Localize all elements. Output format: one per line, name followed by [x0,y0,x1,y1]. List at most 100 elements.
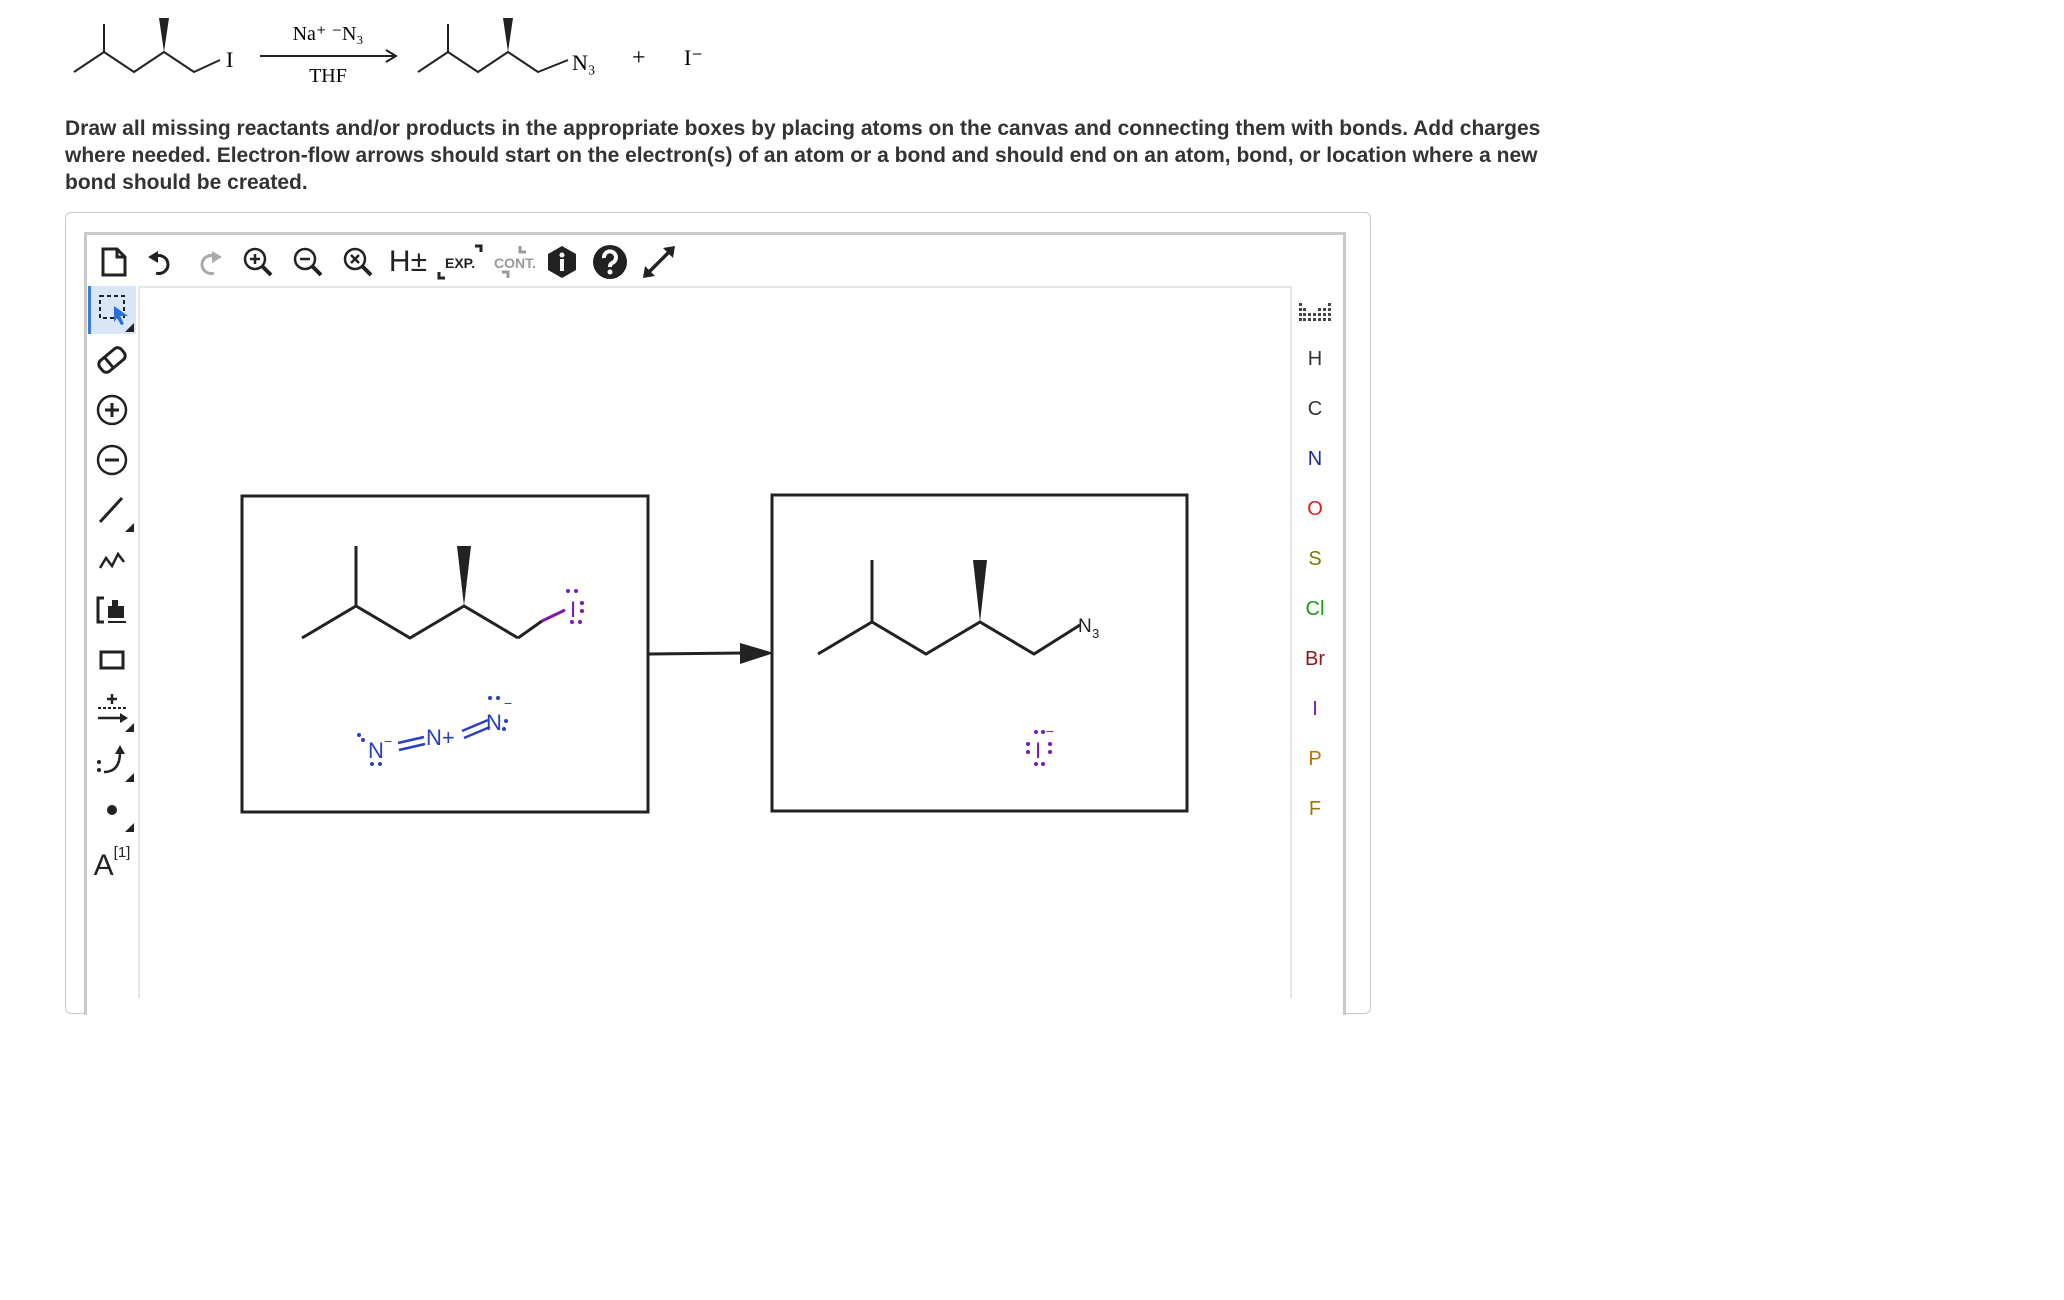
expand-label: EXP. [445,255,475,271]
element-label-p: P [1308,747,1322,770]
zoom-out-button[interactable] [286,238,330,286]
bond-tool-menu-indicator [125,523,134,532]
chain-icon [98,551,125,569]
iodide-byproduct: I⁻ [684,45,703,70]
element-label-cl: Cl [1305,597,1325,620]
element-button-o[interactable]: O [1292,486,1338,532]
minus-circle-icon [96,444,128,476]
hydrogen-toggle-button[interactable]: H± [386,238,430,286]
reagent-label: Na⁺ ⁻N₃ [293,23,364,45]
zoom-reset-button[interactable] [336,238,380,286]
element-button-br[interactable]: Br [1292,636,1338,682]
element-button-cl[interactable]: Cl [1292,586,1338,632]
redo-button[interactable] [188,238,230,286]
reactant-iodine: I [570,597,576,622]
template-tool-button[interactable] [88,586,136,634]
azide-double-bond-1b [398,742,426,752]
product-box [770,493,1189,813]
element-label-s: S [1308,547,1322,570]
reactant-wedge-bond [159,18,169,52]
element-button-c[interactable]: C [1292,386,1338,432]
new-document-button[interactable] [92,238,136,286]
document-icon [101,247,127,277]
azide-right-charge: − [504,695,512,711]
reaction-arrow-tool-button[interactable] [88,686,136,734]
electron-flow-tool-button[interactable] [88,736,136,784]
element-button-s[interactable]: S [1292,536,1338,582]
select-tool-button[interactable] [88,286,136,334]
canvas-drawing: I N − N+ N − N 3 I − [240,493,1189,814]
text-label-tool-button[interactable]: A [1] [88,836,136,884]
canvas-reaction-arrow-head [740,643,774,664]
element-button-n[interactable]: N [1292,436,1338,482]
eraser-icon [97,346,127,374]
azide-central-nitrogen: N+ [426,725,455,750]
azide-left-charge: − [384,733,392,749]
product-group: N₃ [572,50,596,75]
arrow-tool-menu-indicator [125,723,134,732]
expand-button[interactable]: EXP. [436,238,484,286]
fullscreen-button[interactable] [636,238,682,286]
text-tool-letter: A [93,849,114,882]
redo-icon [200,251,222,275]
radical-tool-button[interactable] [88,786,136,834]
eraser-tool-button[interactable] [88,336,136,384]
help-button[interactable] [588,238,632,286]
template-bracket-icon [96,596,126,624]
dot-icon [107,805,117,815]
box-tool-button[interactable] [88,636,136,684]
chain-tool-button[interactable] [88,536,136,584]
contract-button[interactable]: CONT. [488,238,538,286]
contract-icon: CONT. [494,246,536,278]
product-n3-subscript: 3 [1092,626,1099,641]
element-label-n: N [1307,447,1323,470]
reactant-canvas-wedge [457,546,471,606]
product-molecule [817,560,1081,656]
element-label-i: I [1312,697,1318,720]
drawing-canvas[interactable]: I N − N+ N − N 3 I − [138,286,1292,998]
radical-tool-menu-indicator [125,823,134,832]
element-label-br: Br [1305,647,1325,670]
azide-double-bond-1a [397,735,425,745]
element-button-h[interactable]: H [1292,336,1338,382]
text-tool-index: [1] [113,843,131,861]
azide-left-nitrogen: N [368,738,384,763]
zoom-in-button[interactable] [236,238,280,286]
element-label-f: F [1308,797,1322,820]
plus-sign: + [632,45,646,71]
rectangle-icon [99,650,125,670]
c-i-bond-dark [517,619,543,640]
negative-charge-tool-button[interactable] [88,436,136,484]
expand-icon: EXP. [437,244,483,280]
zoom-in-icon [243,247,273,277]
help-icon [593,245,627,279]
element-button-i[interactable]: I [1292,686,1338,732]
undo-button[interactable] [140,238,182,286]
positive-charge-tool-button[interactable] [88,386,136,434]
instructions: Draw all missing reactants and/or produc… [65,115,1585,196]
azide-right-nitrogen: N [486,710,502,735]
reactant-box [240,494,650,814]
element-button-f[interactable]: F [1292,786,1338,832]
reaction-scheme-drawing: I Na⁺ ⁻N₃ THF N₃ + I⁻ [73,18,703,87]
info-button[interactable] [540,238,584,286]
undo-icon [148,251,170,275]
reactant-leaving-group: I [226,47,233,72]
product-n3-label: N [1078,616,1092,637]
solvent-label: THF [309,65,347,87]
zoom-out-icon [293,247,323,277]
select-tool-menu-indicator [125,323,134,332]
periodic-table-icon [1299,303,1331,321]
zoom-reset-icon [343,247,373,277]
periodic-table-button[interactable] [1292,290,1338,336]
element-button-p[interactable]: P [1292,736,1338,782]
contract-label: CONT. [494,255,536,271]
single-bond-tool-button[interactable] [88,486,136,534]
canvas-reaction-arrow-line [648,651,745,656]
product-wedge-bond [503,18,513,52]
c-i-bond-purple [541,608,566,623]
iodide-ion: I [1035,738,1041,763]
reactant-skeleton [73,24,221,74]
iodide-charge: − [1046,723,1054,739]
element-label-h: H [1307,347,1323,370]
